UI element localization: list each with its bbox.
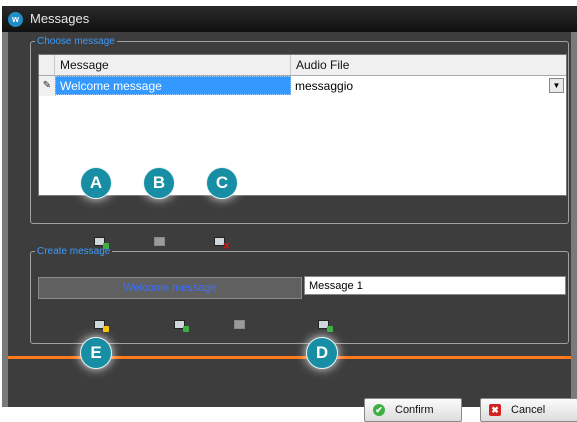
callout-marker-e: E <box>80 337 112 369</box>
cancel-x-icon: ✖ <box>489 404 501 416</box>
audio-file-select[interactable]: messaggio ▼ <box>291 76 566 96</box>
callout-marker-c: C <box>206 167 238 199</box>
create-message-legend: Create message <box>37 246 111 257</box>
check-icon: ✔ <box>373 404 385 416</box>
chevron-down-icon[interactable]: ▼ <box>549 78 564 93</box>
table-row[interactable]: ✎ Welcome message messaggio ▼ <box>39 76 566 96</box>
confirm-label: Confirm <box>395 404 434 416</box>
audio-file-value: messaggio <box>295 79 354 93</box>
confirm-button[interactable]: ✔ Confirm <box>364 398 462 422</box>
column-header-message[interactable]: Message <box>55 55 291 75</box>
message-preview-box: Welcome message <box>38 277 302 299</box>
add-audio-icon[interactable] <box>174 320 189 332</box>
window-title: Messages <box>30 11 90 26</box>
callout-marker-b: B <box>143 167 175 199</box>
record-badge-icon <box>103 326 109 332</box>
title-bar: w Messages <box>2 6 577 32</box>
row-edit-indicator-icon: ✎ <box>39 76 56 96</box>
record-message-icon[interactable] <box>94 320 109 332</box>
copy-icon[interactable] <box>234 320 246 330</box>
callout-marker-d: D <box>306 337 338 369</box>
cancel-button[interactable]: ✖ Cancel <box>480 398 577 422</box>
callout-marker-a: A <box>80 167 112 199</box>
app-icon: w <box>8 12 23 27</box>
column-header-audio-file[interactable]: Audio File <box>291 55 566 75</box>
message-cell[interactable]: Welcome message <box>55 76 291 95</box>
choose-message-legend: Choose message <box>37 36 115 47</box>
save-message-icon[interactable] <box>318 320 333 332</box>
cancel-label: Cancel <box>511 404 546 416</box>
message-name-input[interactable] <box>304 276 566 295</box>
messages-grid[interactable]: Message Audio File ✎ Welcome message mes… <box>38 54 567 196</box>
row-header-corner <box>39 55 55 75</box>
save-badge-icon <box>327 326 333 332</box>
add-audio-badge-icon <box>183 326 189 332</box>
grid-header: Message Audio File <box>39 55 566 76</box>
